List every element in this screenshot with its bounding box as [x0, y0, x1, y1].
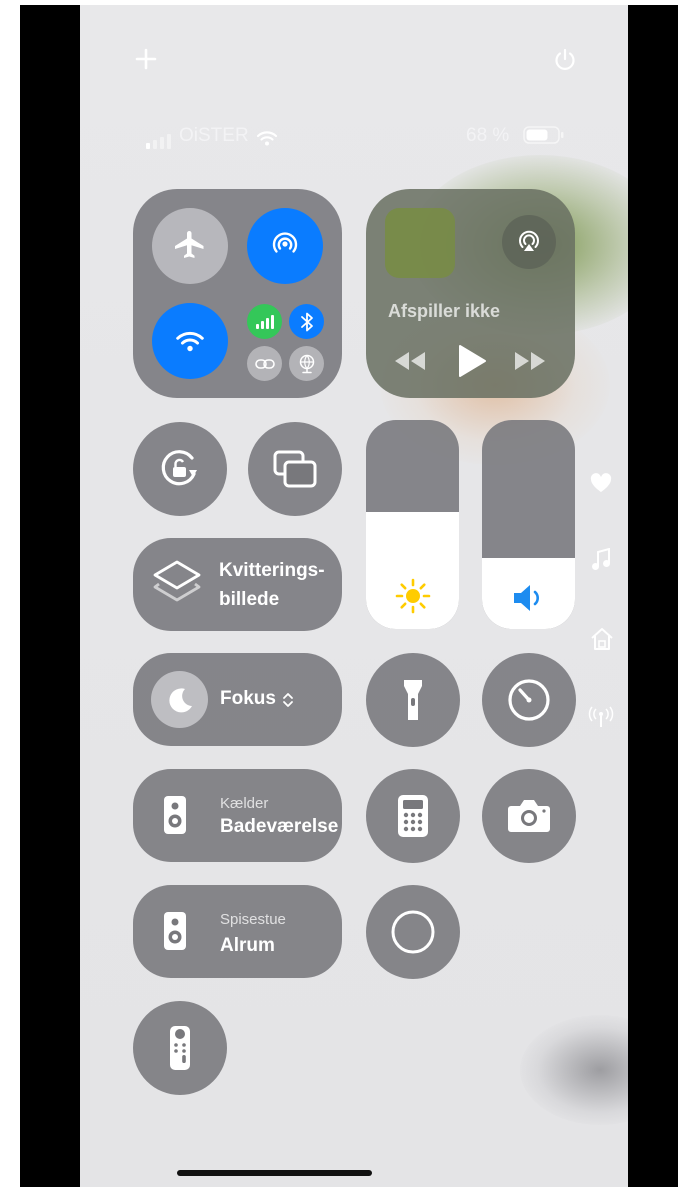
cellular-icon — [255, 314, 274, 329]
fast-forward-button[interactable] — [510, 344, 550, 378]
shortcut-label-line2: billede — [219, 589, 280, 610]
fast-forward-icon — [515, 352, 545, 370]
rotation-lock-icon — [161, 450, 197, 486]
remote-icon — [170, 1026, 190, 1070]
carrier-name: OiSTER — [179, 125, 249, 146]
sun-icon — [395, 578, 431, 614]
right-black-bar — [628, 5, 678, 1187]
timer-toggle[interactable] — [482, 653, 576, 747]
personal-hotspot-toggle[interactable] — [247, 346, 282, 381]
screen-mirroring-icon — [273, 450, 317, 488]
home-icon[interactable] — [590, 627, 614, 651]
wifi-icon — [176, 331, 204, 352]
wifi-toggle[interactable] — [152, 303, 228, 379]
record-icon — [391, 910, 435, 954]
airplay-icon — [519, 230, 539, 251]
battery-percent: 68 % — [466, 125, 510, 146]
plus-icon — [135, 48, 157, 70]
add-control-button[interactable] — [132, 45, 160, 73]
brightness-slider[interactable] — [366, 420, 459, 629]
focus-moon-button[interactable] — [151, 671, 208, 728]
speaker-kaelder[interactable]: Kælder Badeværelse — [133, 769, 342, 862]
heart-icon[interactable] — [590, 473, 612, 493]
camera-button[interactable] — [482, 769, 576, 863]
now-playing-status: Afspiller ikke — [388, 301, 501, 321]
play-button[interactable] — [450, 339, 494, 383]
apple-tv-remote-button[interactable] — [133, 1001, 227, 1095]
speaker-volume-icon — [514, 585, 539, 611]
signal-strength-icon — [146, 134, 171, 149]
home-indicator[interactable] — [177, 1170, 372, 1176]
layers-icon — [153, 560, 201, 602]
moon-icon — [168, 687, 192, 712]
bluetooth-icon — [300, 312, 313, 331]
bluetooth-toggle[interactable] — [289, 304, 324, 339]
rewind-icon — [395, 352, 425, 370]
volume-slider[interactable] — [482, 420, 575, 629]
now-playing-panel[interactable]: Afspiller ikke — [366, 189, 575, 398]
play-icon — [459, 345, 486, 377]
wifi-status-icon — [256, 131, 278, 146]
flashlight-icon — [404, 680, 422, 720]
airplane-mode-toggle[interactable] — [152, 208, 228, 284]
calculator-button[interactable] — [366, 769, 460, 863]
vpn-toggle[interactable] — [289, 346, 324, 381]
album-artwork — [385, 208, 455, 278]
screen-recording-button[interactable] — [366, 885, 460, 979]
background-shadow — [520, 1015, 628, 1125]
antenna-icon[interactable] — [588, 706, 614, 728]
power-button[interactable] — [550, 45, 580, 75]
calculator-icon — [398, 795, 428, 837]
screen-mirroring-toggle[interactable] — [248, 422, 342, 516]
personal-hotspot-icon — [254, 358, 275, 369]
music-note-icon[interactable] — [591, 548, 611, 572]
speaker2-room: Spisestue — [220, 911, 286, 928]
speaker1-room: Kælder — [220, 795, 269, 812]
airdrop-icon — [272, 232, 298, 253]
flashlight-toggle[interactable] — [366, 653, 460, 747]
shortcut-kvitteringsbillede[interactable]: Kvitterings- billede — [133, 538, 342, 631]
speaker2-name: Alrum — [220, 935, 275, 956]
timer-icon — [508, 679, 550, 721]
connectivity-panel — [133, 189, 342, 398]
rotation-lock-toggle[interactable] — [133, 422, 227, 516]
airplay-button[interactable] — [502, 215, 556, 269]
shortcut-label-line1: Kvitterings- — [219, 560, 325, 581]
speaker-icon — [164, 912, 186, 950]
rewind-button[interactable] — [390, 344, 430, 378]
focus-label: Fokus — [220, 688, 276, 709]
cellular-data-toggle[interactable] — [247, 304, 282, 339]
vpn-globe-icon — [299, 354, 314, 373]
focus-toggle[interactable]: Fokus — [133, 653, 342, 746]
speaker1-name: Badeværelse — [220, 816, 339, 837]
airdrop-toggle[interactable] — [247, 208, 323, 284]
airplane-icon — [175, 231, 204, 258]
power-icon — [555, 48, 575, 70]
chevron-up-down-icon — [283, 693, 293, 707]
control-center-screen: OiSTER 68 % Afspiller ikke Kvitterings- … — [80, 5, 628, 1187]
speaker-icon — [164, 796, 186, 834]
battery-icon — [523, 126, 564, 144]
camera-icon — [508, 800, 550, 832]
left-black-bar — [20, 5, 80, 1187]
speaker1-name-clip: Badeværelse — [220, 816, 339, 838]
speaker-spisestue[interactable]: Spisestue Alrum — [133, 885, 342, 978]
